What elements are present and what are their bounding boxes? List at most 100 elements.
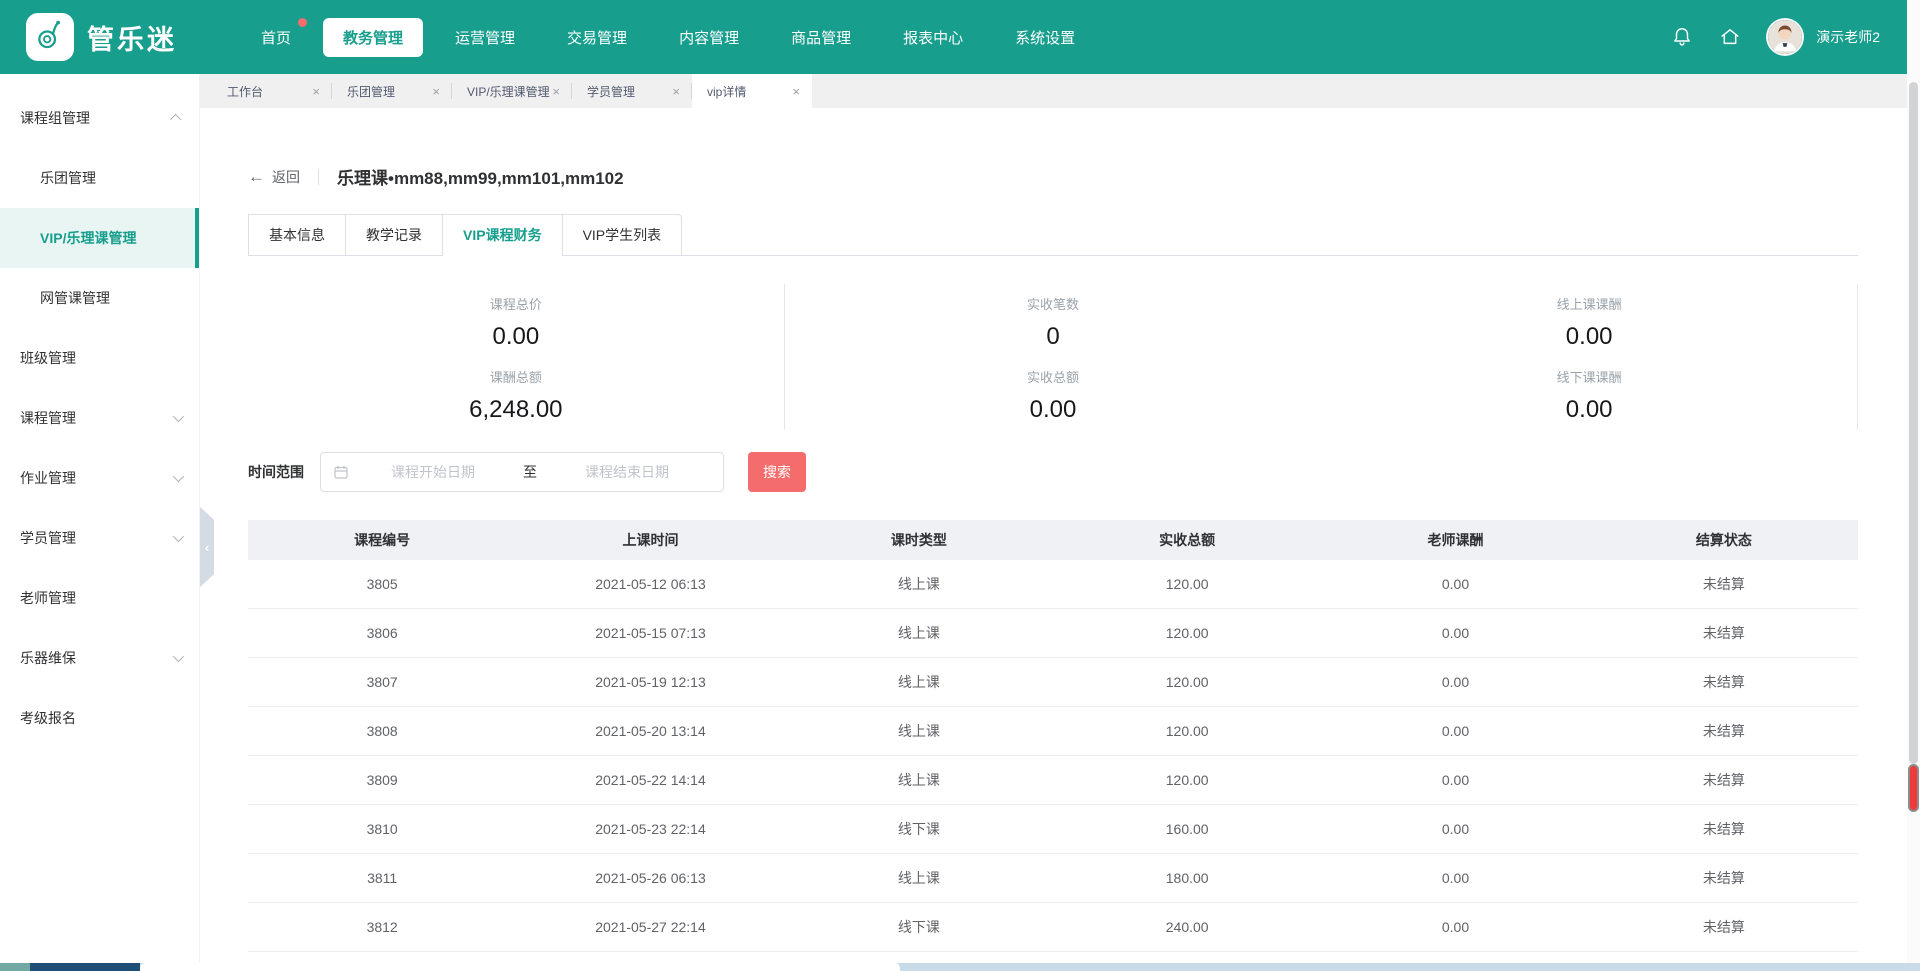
cell-lesson-type: 线下课 <box>785 917 1053 937</box>
bell-icon[interactable] <box>1670 25 1694 49</box>
sidebar-item[interactable]: 学员管理 <box>0 508 199 568</box>
table-header-cell: 上课时间 <box>516 530 784 550</box>
top-nav-item[interactable]: 首页 <box>241 18 311 57</box>
table-row[interactable]: 3807 2021-05-19 12:13 线上课 120.00 0.00 未结… <box>248 658 1858 707</box>
sidebar-item-label: 班级管理 <box>20 348 76 368</box>
cell-teacher-salary: 0.00 <box>1321 576 1589 592</box>
table-row[interactable]: 3809 2021-05-22 14:14 线上课 120.00 0.00 未结… <box>248 756 1858 805</box>
sidebar-item[interactable]: 老师管理 <box>0 568 199 628</box>
table-row[interactable]: 3811 2021-05-26 06:13 线上课 180.00 0.00 未结… <box>248 854 1858 903</box>
cell-settle-status: 未结算 <box>1590 623 1858 643</box>
cell-lesson-type: 线上课 <box>785 574 1053 594</box>
brand-logo[interactable] <box>26 13 74 61</box>
sidebar-item-label: 网管课管理 <box>40 288 110 308</box>
sidebar-item[interactable]: 班级管理 <box>0 328 199 388</box>
page-tab-label: vip详情 <box>707 83 746 100</box>
cell-settle-status: 未结算 <box>1590 574 1858 594</box>
top-nav-item[interactable]: 交易管理 <box>547 18 647 57</box>
cell-lesson-id: 3805 <box>248 576 516 592</box>
sidebar-item[interactable]: 课程组管理 <box>0 88 199 148</box>
stat-value: 0.00 <box>785 396 1322 424</box>
table-row[interactable]: 3806 2021-05-15 07:13 线上课 120.00 0.00 未结… <box>248 609 1858 658</box>
cell-teacher-salary: 0.00 <box>1321 625 1589 641</box>
top-nav-item[interactable]: 教务管理 <box>323 18 423 57</box>
end-date-input[interactable]: 课程结束日期 <box>543 462 711 482</box>
top-nav-item[interactable]: 运营管理 <box>435 18 535 57</box>
cell-teacher-salary: 0.00 <box>1321 674 1589 690</box>
top-nav: 首页 教务管理 运营管理 交易管理 内容管理 <box>241 18 1095 57</box>
user-name[interactable]: 演示老师2 <box>1816 27 1880 47</box>
sidebar-item[interactable]: 乐团管理 <box>0 148 199 208</box>
detail-tab[interactable]: VIP课程财务 <box>442 214 562 255</box>
sidebar-item-label: 课程管理 <box>20 408 76 428</box>
top-nav-item[interactable]: 系统设置 <box>995 18 1095 57</box>
detail-tab[interactable]: VIP学生列表 <box>562 214 683 255</box>
detail-tab[interactable]: 教学记录 <box>345 214 442 255</box>
brand-name: 管乐迷 <box>87 18 177 57</box>
page-tab[interactable]: 工作台 × <box>212 74 332 108</box>
close-icon[interactable]: × <box>552 85 560 98</box>
back-button[interactable]: ← 返回 <box>248 167 300 187</box>
sidebar-item[interactable]: VIP/乐理课管理 <box>0 208 199 268</box>
detail-tab-label: 教学记录 <box>366 227 422 243</box>
start-date-input[interactable]: 课程开始日期 <box>349 462 517 482</box>
table-row[interactable]: 3813 2021-05-28 22:14 线下课 240.00 0.00 未结… <box>248 952 1858 963</box>
cell-lesson-id: 3806 <box>248 625 516 641</box>
stat-cell: 课酬总额 6,248.00 <box>248 357 785 430</box>
cell-lesson-time: 2021-05-19 12:13 <box>516 674 784 690</box>
sidebar-item[interactable]: 考级报名 <box>0 688 199 748</box>
cell-lesson-type: 线上课 <box>785 868 1053 888</box>
table-row[interactable]: 3810 2021-05-23 22:14 线下课 160.00 0.00 未结… <box>248 805 1858 854</box>
table-row[interactable]: 3812 2021-05-27 22:14 线下课 240.00 0.00 未结… <box>248 903 1858 952</box>
page-tab-label: VIP/乐理课管理 <box>467 83 550 100</box>
sidebar-item-label: 考级报名 <box>20 708 76 728</box>
sidebar: 课程组管理 乐团管理 VIP/乐理课管理 网管课管理 班级管理 课程管理 作业管… <box>0 74 200 963</box>
cell-amount-received: 120.00 <box>1053 723 1321 739</box>
cell-lesson-type: 线下课 <box>785 819 1053 839</box>
close-icon[interactable]: × <box>792 85 800 98</box>
cell-lesson-time: 2021-05-26 06:13 <box>516 870 784 886</box>
detail-tab[interactable]: 基本信息 <box>248 214 345 255</box>
stat-cell: 线上课课酬 0.00 <box>1321 284 1858 357</box>
notification-dot <box>298 18 307 27</box>
top-nav-item[interactable]: 商品管理 <box>771 18 871 57</box>
date-range-label: 时间范围 <box>248 462 304 482</box>
page-tab[interactable]: 乐团管理 × <box>332 74 452 108</box>
sidebar-item[interactable]: 乐器维保 <box>0 628 199 688</box>
page-tab[interactable]: 学员管理 × <box>572 74 692 108</box>
sidebar-item-label: 老师管理 <box>20 588 76 608</box>
stat-cell: 实收总额 0.00 <box>785 357 1322 430</box>
sidebar-item[interactable]: 网管课管理 <box>0 268 199 328</box>
collapse-arrow-icon: ‹ <box>205 540 209 555</box>
back-row: ← 返回 乐理课•mm88,mm99,mm101,mm102 <box>248 164 1858 189</box>
sidebar-collapse-handle[interactable]: ‹ <box>200 507 214 587</box>
chevron-icon <box>173 651 184 662</box>
top-nav-item[interactable]: 内容管理 <box>659 18 759 57</box>
cell-lesson-time: 2021-05-27 22:14 <box>516 919 784 935</box>
filter-row: 时间范围 课程开始日期 至 课程结束日期 搜索 <box>248 452 1858 492</box>
sidebar-item-label: 乐团管理 <box>40 168 96 188</box>
cell-amount-received: 180.00 <box>1053 870 1321 886</box>
close-icon[interactable]: × <box>432 85 440 98</box>
sidebar-item[interactable]: 作业管理 <box>0 448 199 508</box>
sidebar-item-label: 作业管理 <box>20 468 76 488</box>
stat-value: 0.00 <box>1321 396 1857 424</box>
date-range-picker[interactable]: 课程开始日期 至 课程结束日期 <box>320 452 724 492</box>
table-row[interactable]: 3805 2021-05-12 06:13 线上课 120.00 0.00 未结… <box>248 560 1858 609</box>
close-icon[interactable]: × <box>672 85 680 98</box>
chevron-icon <box>170 114 181 125</box>
search-button[interactable]: 搜索 <box>748 452 806 492</box>
scrollbar-thumb[interactable] <box>1908 764 1919 812</box>
cell-amount-received: 120.00 <box>1053 625 1321 641</box>
top-nav-item[interactable]: 报表中心 <box>883 18 983 57</box>
range-separator: 至 <box>517 462 543 482</box>
main-content: ← 返回 乐理课•mm88,mm99,mm101,mm102 基本信息 教学记录… <box>200 108 1907 963</box>
close-icon[interactable]: × <box>312 85 320 98</box>
home-icon[interactable] <box>1718 25 1742 49</box>
user-avatar[interactable] <box>1766 18 1804 56</box>
page-tab[interactable]: VIP/乐理课管理 × <box>452 74 572 108</box>
page-tab[interactable]: vip详情 × <box>692 74 812 108</box>
table-row[interactable]: 3808 2021-05-20 13:14 线上课 120.00 0.00 未结… <box>248 707 1858 756</box>
sidebar-item[interactable]: 课程管理 <box>0 388 199 448</box>
bottom-edge-segment <box>0 963 30 971</box>
